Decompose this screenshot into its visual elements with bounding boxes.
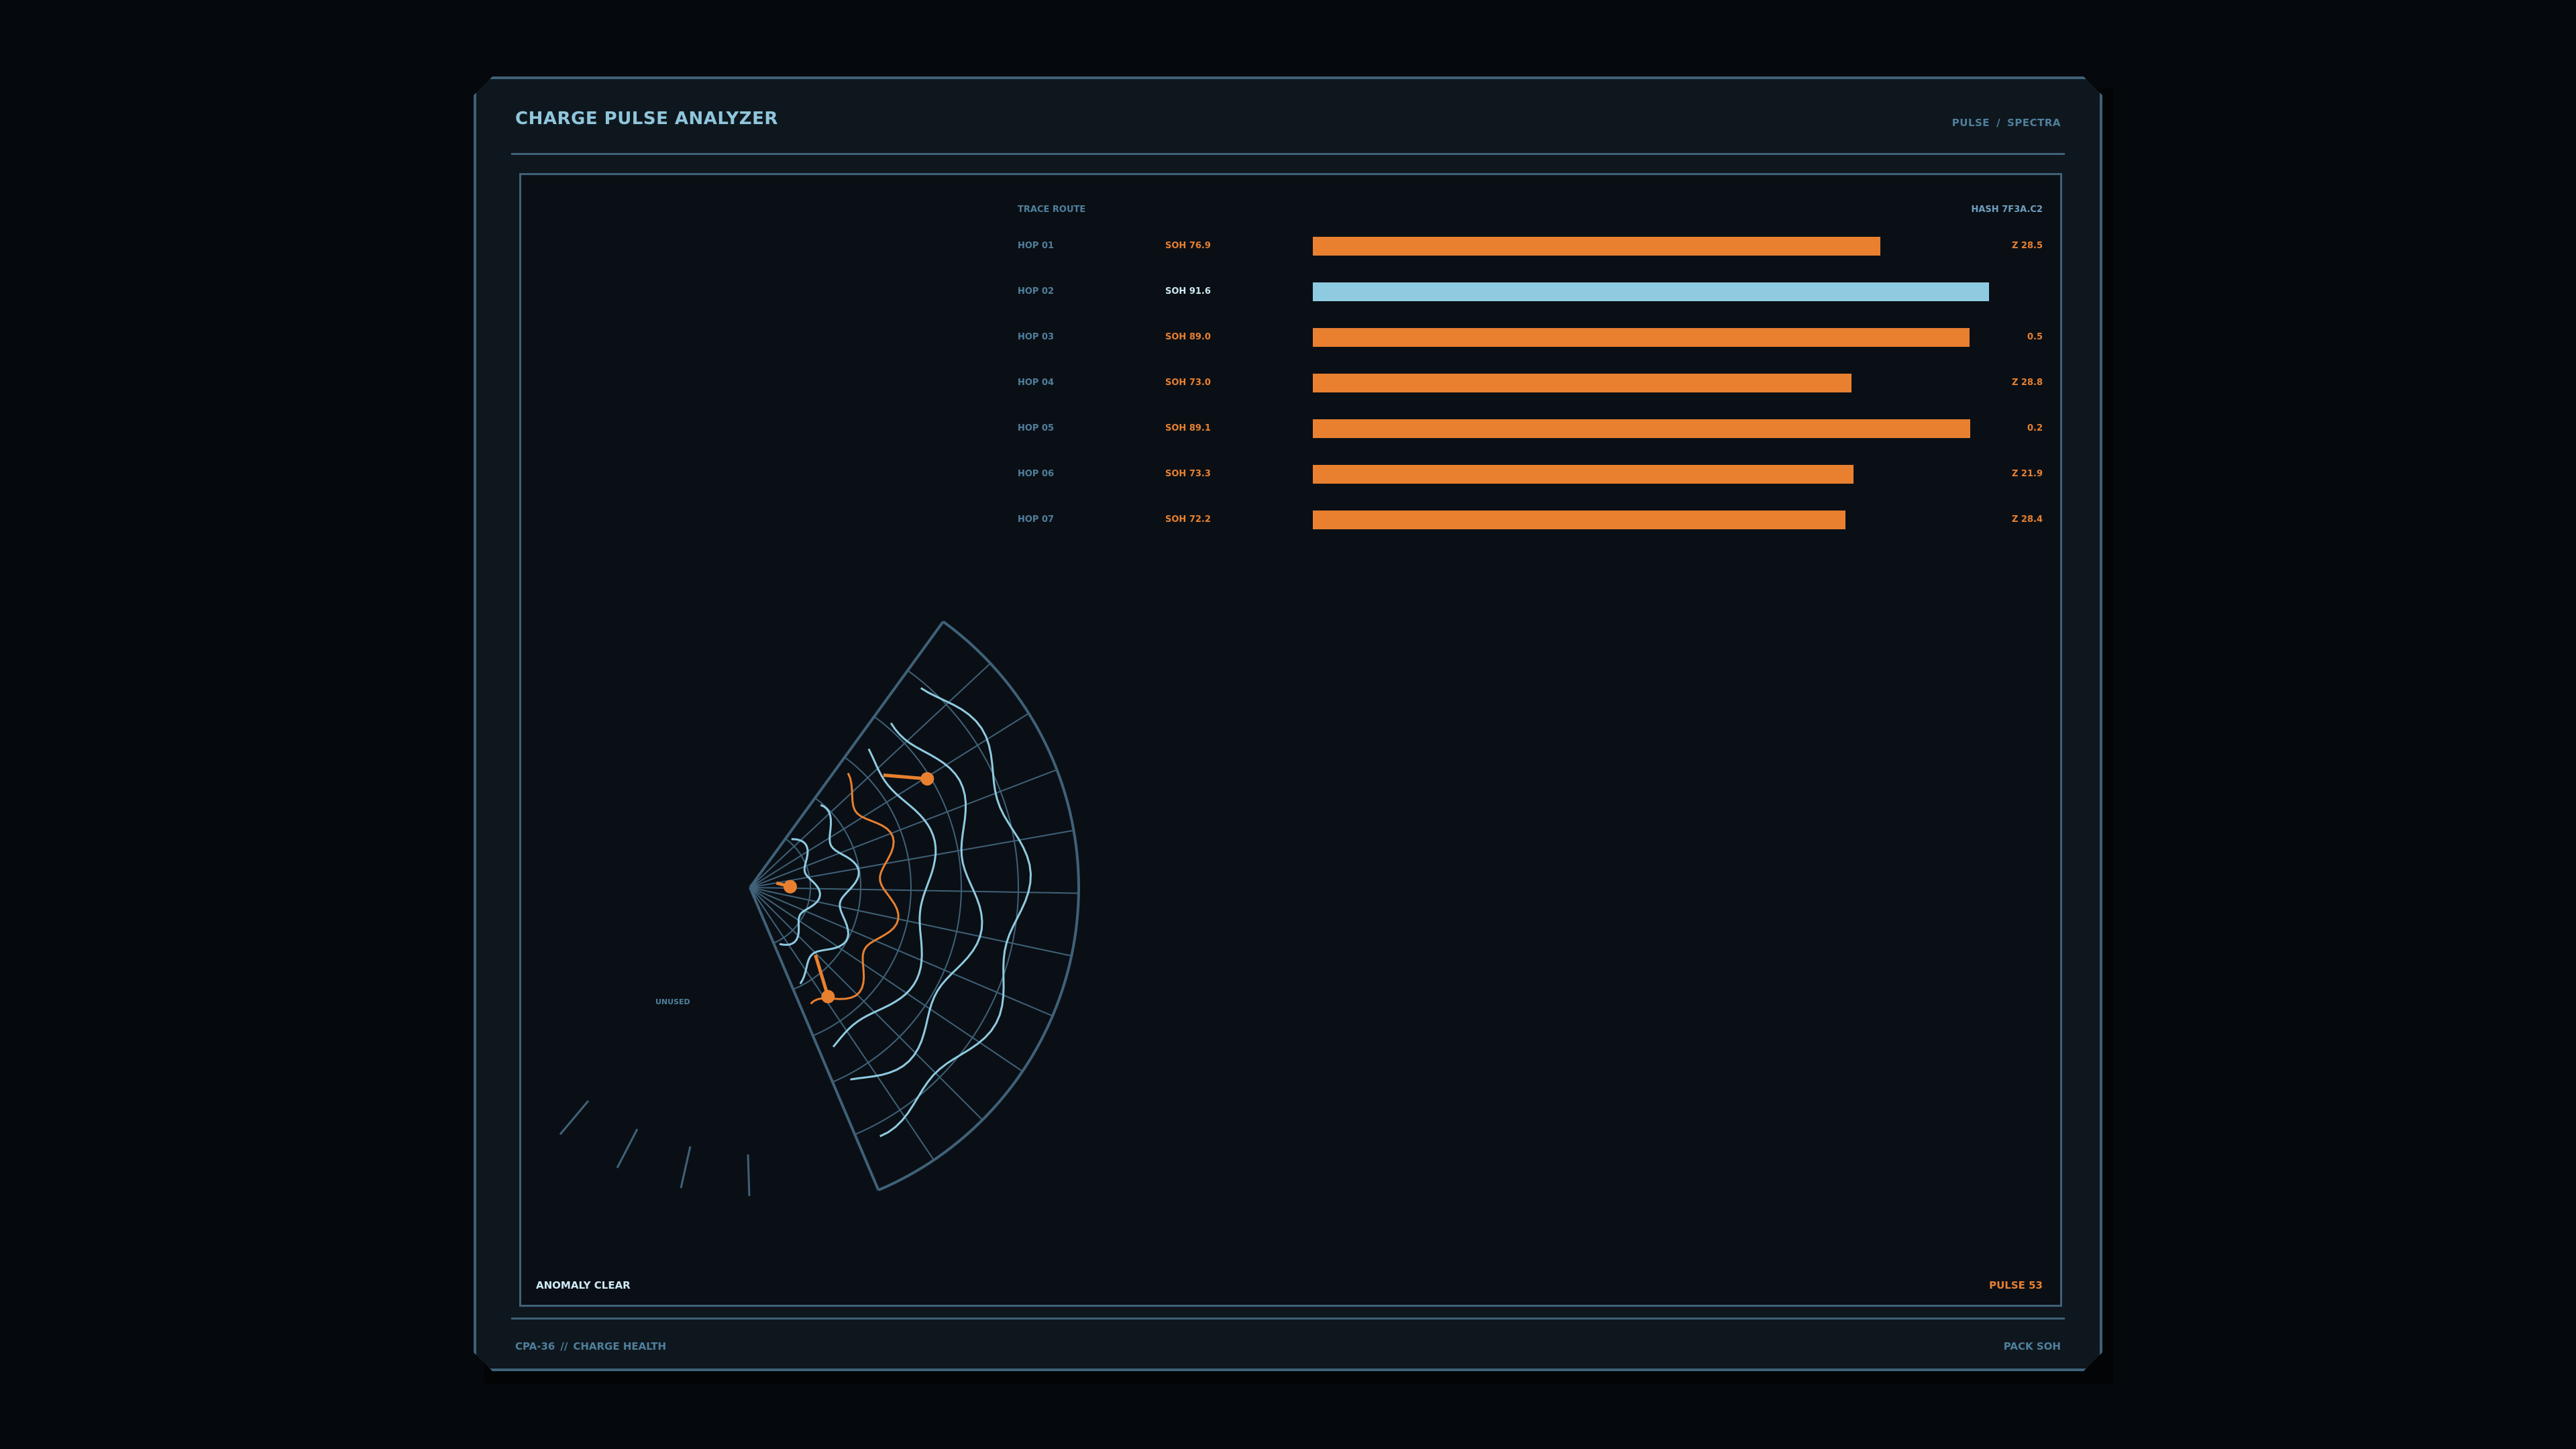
marker-dot (784, 880, 797, 894)
pulse-trace (880, 688, 1031, 1136)
device-id: CPA-36 // CHARGE HEALTH (515, 1340, 666, 1352)
pack-soh-link[interactable]: PACK SOH (2004, 1340, 2061, 1352)
page-title: CHARGE PULSE ANALYZER (515, 109, 778, 129)
fan-ticks (560, 1101, 749, 1196)
fan-arc (855, 670, 1018, 1134)
pulse-fan-plot (521, 175, 2060, 1305)
fan-arc (793, 798, 861, 989)
view-switcher: PULSE / SPECTRA (1952, 117, 2061, 129)
pulse-counter: PULSE 53 (1989, 1279, 2043, 1291)
footer-divider (511, 1318, 2065, 1320)
marker-dot (920, 772, 934, 786)
fan-waves (776, 688, 1030, 1136)
tick-mark (681, 1146, 690, 1188)
anomaly-status: ANOMALY CLEAR (536, 1279, 631, 1291)
tick-mark (560, 1101, 588, 1134)
unused-label: UNUSED (655, 998, 690, 1006)
header-divider (511, 153, 2065, 155)
fan-spoke (750, 888, 878, 1190)
fan-spoke (750, 663, 990, 888)
tick-mark (748, 1155, 749, 1196)
tick-mark (617, 1129, 637, 1168)
analyzer-panel: CHARGE PULSE ANALYZER PULSE / SPECTRA TRAC… (474, 76, 2102, 1371)
nav-spectra[interactable]: SPECTRA (2007, 117, 2061, 129)
marker-dot (821, 990, 835, 1004)
fan-spoke (750, 888, 982, 1120)
device-code: CPA-36 (515, 1340, 555, 1352)
footer-separator: // (560, 1340, 568, 1352)
main-viewport: TRACE ROUTE HASH 7F3A.C2 HOP 01 SOH 76.9 Z… (519, 173, 2062, 1307)
nav-separator: / (1996, 117, 2001, 129)
device-mode: CHARGE HEALTH (573, 1340, 667, 1352)
nav-pulse[interactable]: PULSE (1952, 117, 1990, 129)
